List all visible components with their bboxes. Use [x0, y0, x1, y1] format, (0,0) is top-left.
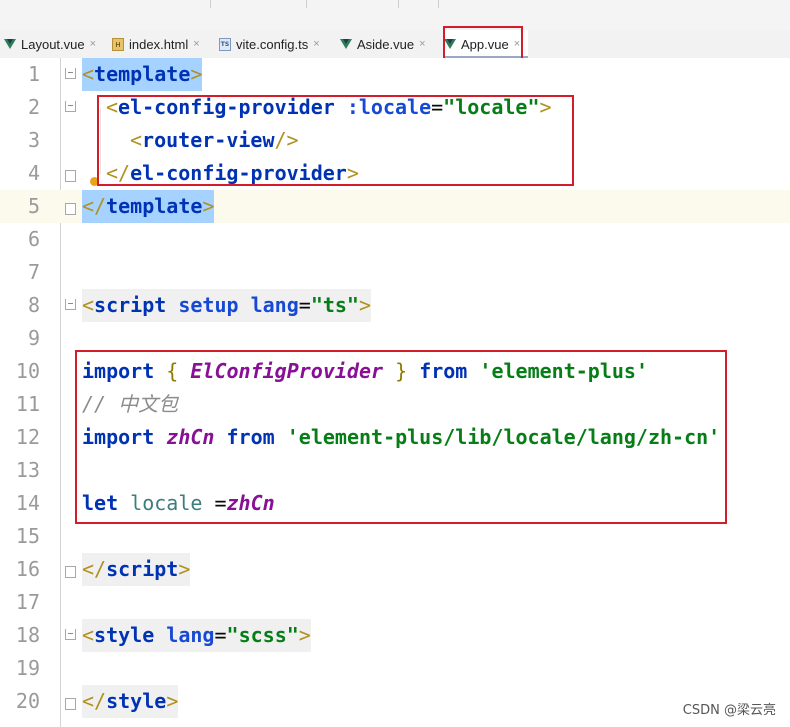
fold-end-icon[interactable]: [65, 203, 76, 215]
line-code: </script>: [82, 553, 191, 586]
code-editor[interactable]: 1 <template> 2 <el-config-provider :loca…: [0, 58, 790, 727]
attr-name: setup: [166, 293, 239, 317]
tag-bracket: <: [82, 62, 95, 86]
tab-label: index.html: [129, 36, 189, 52]
code-line: 8 <script setup lang="ts">: [0, 289, 790, 322]
code-line: 19: [0, 652, 790, 685]
import-block-highlight-box: [75, 350, 727, 524]
line-number: 5: [27, 194, 40, 218]
fold-collapse-icon[interactable]: [65, 299, 76, 310]
tag-name: style: [94, 623, 155, 647]
tab-vite-config-ts[interactable]: TS vite.config.ts ×: [219, 30, 331, 58]
line-number: 9: [27, 326, 40, 350]
code-line: 20 </style>: [0, 685, 790, 718]
tag-bracket: >: [178, 557, 191, 581]
toolbar-divider: [306, 0, 307, 8]
code-line: 16 </script>: [0, 553, 790, 586]
code-line: 5 </template>: [0, 190, 790, 223]
tag-bracket: >: [298, 623, 311, 647]
line-number: 2: [27, 95, 40, 119]
toolbar-divider: [398, 0, 399, 8]
line-number: 7: [27, 260, 40, 284]
fold-collapse-icon[interactable]: [65, 629, 76, 640]
tag-name: template: [106, 194, 203, 218]
line-code: <template>: [82, 58, 203, 91]
attr-name: lang: [154, 623, 215, 647]
close-tab-icon[interactable]: ×: [313, 38, 319, 50]
attr-name: lang: [238, 293, 299, 317]
tag-name: script: [94, 293, 167, 317]
line-number: 8: [27, 293, 40, 317]
fold-end-icon[interactable]: [65, 698, 76, 710]
tag-bracket: >: [190, 62, 203, 86]
code-line: 1 <template>: [0, 58, 790, 91]
equals-sign: =: [214, 623, 227, 647]
line-number: 13: [15, 458, 40, 482]
line-number: 20: [15, 689, 40, 713]
fold-collapse-icon[interactable]: [65, 68, 76, 79]
tab-label: Layout.vue: [21, 36, 85, 52]
line-number: 19: [15, 656, 40, 680]
fold-end-icon[interactable]: [65, 170, 76, 182]
toolbar-divider: [210, 0, 211, 8]
tag-bracket: <: [82, 623, 95, 647]
tab-aside-vue[interactable]: Aside.vue ×: [340, 30, 438, 58]
tag-bracket: </: [82, 557, 107, 581]
tag-bracket: >: [358, 293, 372, 317]
tag-name: script: [106, 557, 179, 581]
code-line: 17: [0, 586, 790, 619]
line-number: 16: [15, 557, 40, 581]
line-number: 17: [15, 590, 40, 614]
fold-collapse-icon[interactable]: [65, 101, 76, 112]
vue-file-icon: [340, 39, 352, 49]
code-line: 7: [0, 256, 790, 289]
code-line: 18 <style lang="scss">: [0, 619, 790, 652]
tag-bracket: </: [82, 689, 107, 713]
ts-file-icon: TS: [219, 37, 231, 51]
watermark: CSDN @梁云亮: [682, 703, 776, 718]
tab-index-html[interactable]: H index.html ×: [112, 30, 212, 58]
close-tab-icon[interactable]: ×: [90, 38, 96, 50]
fold-end-icon[interactable]: [65, 566, 76, 578]
tab-layout-vue[interactable]: Layout.vue ×: [4, 30, 104, 58]
tag-bracket: </: [82, 194, 107, 218]
line-code: </template>: [82, 190, 215, 223]
tag-bracket: >: [202, 194, 215, 218]
line-number: 3: [27, 128, 40, 152]
tag-bracket: <: [82, 293, 95, 317]
top-toolbar-strip: [0, 0, 790, 31]
line-number: 6: [27, 227, 40, 251]
editor-tab-bar: Layout.vue × H index.html × TS vite.conf…: [0, 30, 790, 59]
equals-sign: =: [298, 293, 311, 317]
line-number: 11: [15, 392, 40, 416]
config-provider-highlight-box: [97, 95, 574, 186]
active-tab-highlight-box: [443, 26, 523, 62]
line-code: <style lang="scss">: [82, 619, 311, 652]
line-code: <script setup lang="ts">: [82, 289, 372, 322]
line-number: 10: [15, 359, 40, 383]
tab-label: Aside.vue: [357, 36, 415, 52]
line-number: 14: [15, 491, 40, 515]
line-number: 12: [15, 425, 40, 449]
toolbar-divider: [438, 0, 439, 8]
attr-value: "scss": [226, 623, 299, 647]
close-tab-icon[interactable]: ×: [193, 38, 199, 50]
line-code: </style>: [82, 685, 179, 718]
line-number: 18: [15, 623, 40, 647]
html-file-icon: H: [112, 37, 124, 51]
tab-label: vite.config.ts: [236, 36, 309, 52]
tag-bracket: >: [166, 689, 179, 713]
tag-name: style: [106, 689, 167, 713]
code-line: 15: [0, 520, 790, 553]
vue-file-icon: [4, 39, 16, 49]
line-number: 1: [27, 62, 40, 86]
line-number: 4: [27, 161, 40, 185]
line-number: 15: [15, 524, 40, 548]
close-tab-icon[interactable]: ×: [419, 38, 425, 50]
code-line: 6: [0, 223, 790, 256]
tag-name: template: [94, 62, 191, 86]
attr-value: "ts": [310, 293, 359, 317]
